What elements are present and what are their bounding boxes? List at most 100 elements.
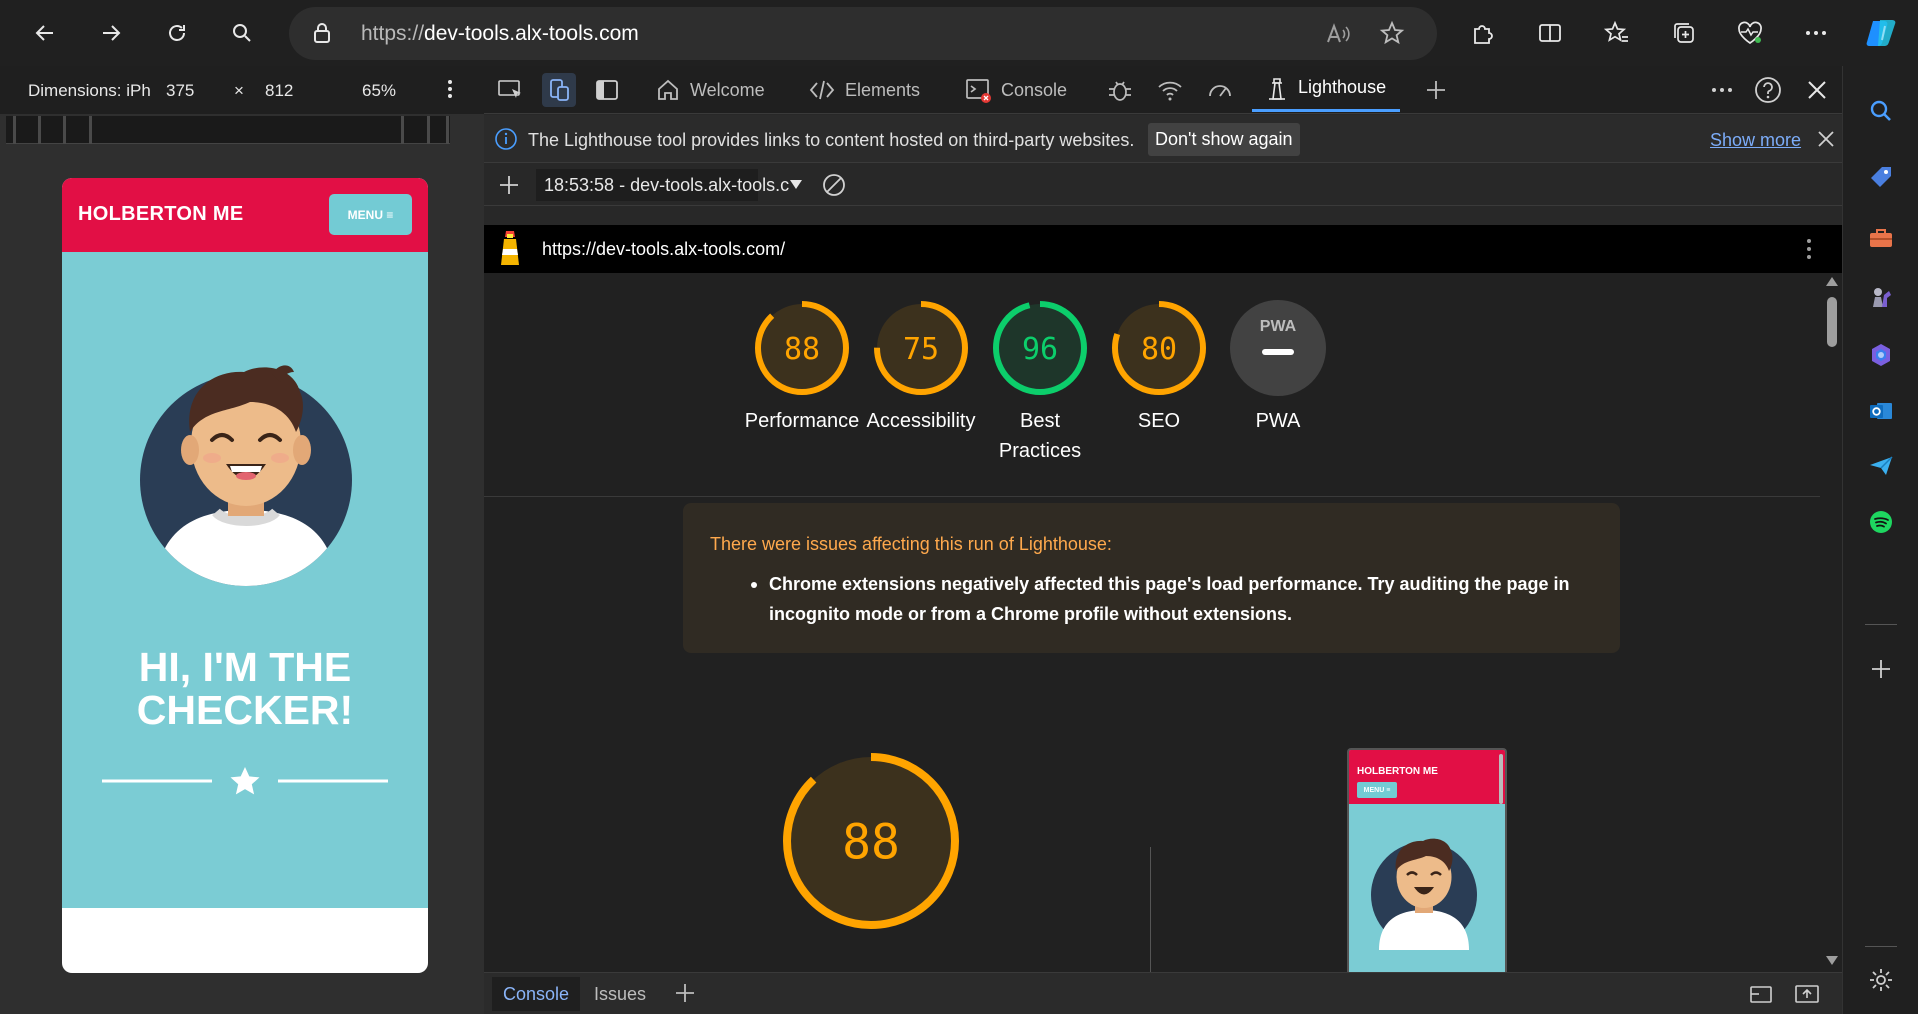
score-label: SEO — [1137, 410, 1181, 432]
section-divider — [484, 496, 1820, 497]
tab-performance[interactable] — [1207, 66, 1243, 114]
sidebar-separator-bottom — [1865, 946, 1897, 947]
devtools-more-button[interactable] — [1710, 66, 1744, 114]
sidebar-settings-button[interactable] — [1861, 960, 1901, 1000]
gauge-value: 96 — [1022, 332, 1058, 367]
read-aloud-icon[interactable] — [1325, 21, 1351, 47]
avatar — [140, 365, 352, 586]
site-brand[interactable]: HOLBERTON ME — [78, 203, 243, 226]
scroll-thumb[interactable] — [1827, 297, 1837, 347]
arrow-right-icon — [103, 25, 121, 41]
add-tab-button[interactable] — [1424, 66, 1458, 114]
device-toolbar: Dimensions: iPh 375 × 812 65% — [0, 66, 484, 114]
briefcase-icon — [1870, 229, 1892, 247]
extensions-button[interactable] — [1463, 13, 1503, 53]
drawer-dock-button[interactable] — [1794, 982, 1820, 1006]
tab-network[interactable] — [1157, 66, 1193, 114]
dropdown-arrow-icon — [790, 180, 802, 189]
score-gauge-seo[interactable]: 80 SEO — [1094, 298, 1224, 436]
sidebar-search-button[interactable] — [1861, 91, 1901, 131]
help-icon — [1755, 77, 1781, 103]
sidebar-spotify-button[interactable] — [1861, 502, 1901, 542]
copilot-button[interactable] — [1862, 13, 1902, 53]
sidebar-shopping-button[interactable] — [1861, 157, 1901, 197]
sidebar-tools-button[interactable] — [1861, 218, 1901, 258]
device-emulation-pane: Dimensions: iPh 375 × 812 65% HOLBERTON … — [0, 66, 484, 1014]
device-toggle-icon — [550, 79, 569, 101]
tag-icon — [1871, 167, 1891, 187]
split-screen-button[interactable] — [1530, 13, 1570, 53]
collections-button[interactable] — [1664, 13, 1704, 53]
tab-lighthouse[interactable]: Lighthouse — [1252, 66, 1401, 112]
url-host: dev-tools.alx-tools.com — [424, 22, 639, 45]
dock-side-button[interactable] — [595, 66, 629, 114]
device-more-button[interactable] — [444, 77, 456, 101]
drawer-undock-button[interactable] — [1748, 982, 1774, 1006]
spotify-icon — [1870, 511, 1892, 533]
score-gauge-pwa[interactable]: PWA PWA — [1213, 298, 1343, 436]
device-emulation-button[interactable] — [542, 73, 576, 107]
browser-essentials-button[interactable] — [1730, 13, 1770, 53]
url-text[interactable]: https://dev-tools.alx-tools.com — [361, 22, 639, 46]
hero-title-line2: CHECKER! — [136, 687, 354, 733]
microsoft-365-icon — [1872, 344, 1890, 366]
lock-icon[interactable] — [312, 21, 332, 45]
zoom-select[interactable]: 65% — [362, 81, 396, 101]
back-button[interactable] — [25, 13, 65, 53]
close-devtools-button[interactable] — [1806, 66, 1838, 114]
tab-welcome[interactable]: Welcome — [656, 66, 765, 114]
show-more-link[interactable]: Show more — [1710, 130, 1801, 151]
devtools-panel: Welcome Elements Console Lighthouse The … — [484, 66, 1842, 1014]
favorite-star-icon[interactable] — [1379, 20, 1405, 46]
lighthouse-logo-icon — [501, 231, 519, 265]
help-button[interactable] — [1754, 66, 1792, 114]
performance-big-gauge[interactable]: 88 — [781, 751, 961, 931]
drawer-add-tab-button[interactable] — [674, 982, 696, 1004]
gauge-icon — [1209, 85, 1231, 97]
close-icon — [1808, 81, 1826, 99]
more-horizontal-icon — [1712, 88, 1732, 92]
sidebar-games-button[interactable] — [1861, 278, 1901, 318]
settings-more-button[interactable] — [1796, 13, 1836, 53]
height-input[interactable]: 812 — [265, 81, 293, 101]
score-gauge-accessibility[interactable]: 75 Accessibility — [856, 298, 986, 436]
info-text: The Lighthouse tool provides links to co… — [528, 130, 1135, 150]
clear-reports-button[interactable] — [822, 173, 846, 197]
url-protocol: https:// — [361, 22, 425, 45]
tab-issues-bug[interactable] — [1107, 66, 1143, 114]
refresh-button[interactable] — [157, 13, 197, 53]
drawer-tab-issues[interactable]: Issues — [594, 977, 646, 1011]
new-report-button[interactable] — [498, 174, 520, 196]
tab-elements[interactable]: Elements — [809, 66, 920, 114]
menu-button[interactable]: MENU ≡ — [329, 194, 412, 235]
report-select-label: 18:53:58 - dev-tools.alx-tools.c — [544, 175, 790, 195]
report-url[interactable]: https://dev-tools.alx-tools.com/ — [542, 239, 785, 260]
score-gauge-best-practices[interactable]: 96 Best Practices — [975, 298, 1105, 466]
sidebar-add-button[interactable] — [1861, 649, 1901, 689]
score-gauge-performance[interactable]: 88 Performance — [737, 298, 867, 436]
width-input[interactable]: 375 — [166, 81, 194, 101]
favorites-button[interactable] — [1597, 13, 1637, 53]
search-button[interactable] — [222, 13, 262, 53]
media-query-ruler[interactable] — [6, 116, 450, 144]
lighthouse-icon — [1269, 77, 1285, 100]
page-thumbnail[interactable]: HOLBERTON ME MENU ≡ — [1347, 748, 1507, 972]
close-banner-button[interactable] — [1817, 130, 1835, 148]
thumb-header: HOLBERTON ME MENU ≡ — [1349, 750, 1505, 804]
more-vertical-icon — [448, 80, 452, 98]
dimensions-select[interactable]: Dimensions: iPh — [28, 81, 151, 101]
drawer-tab-console[interactable]: Console — [492, 977, 581, 1011]
sidebar-outlook-button[interactable] — [1861, 391, 1901, 431]
report-menu-icon[interactable] — [1804, 237, 1814, 261]
forward-button[interactable] — [91, 13, 131, 53]
sidebar-drop-button[interactable] — [1861, 446, 1901, 486]
inspect-button[interactable] — [498, 66, 534, 114]
sidebar-copilot-button[interactable] — [1861, 335, 1901, 375]
address-bar[interactable]: https://dev-tools.alx-tools.com — [289, 7, 1437, 60]
search-icon — [233, 24, 251, 42]
tab-console[interactable]: Console — [965, 66, 1067, 114]
report-scrollbar[interactable] — [1822, 273, 1842, 972]
dont-show-again-button[interactable]: Don't show again — [1148, 123, 1300, 156]
drawer-tabbar: Console Issues — [484, 972, 1842, 1014]
star-divider — [102, 767, 388, 795]
